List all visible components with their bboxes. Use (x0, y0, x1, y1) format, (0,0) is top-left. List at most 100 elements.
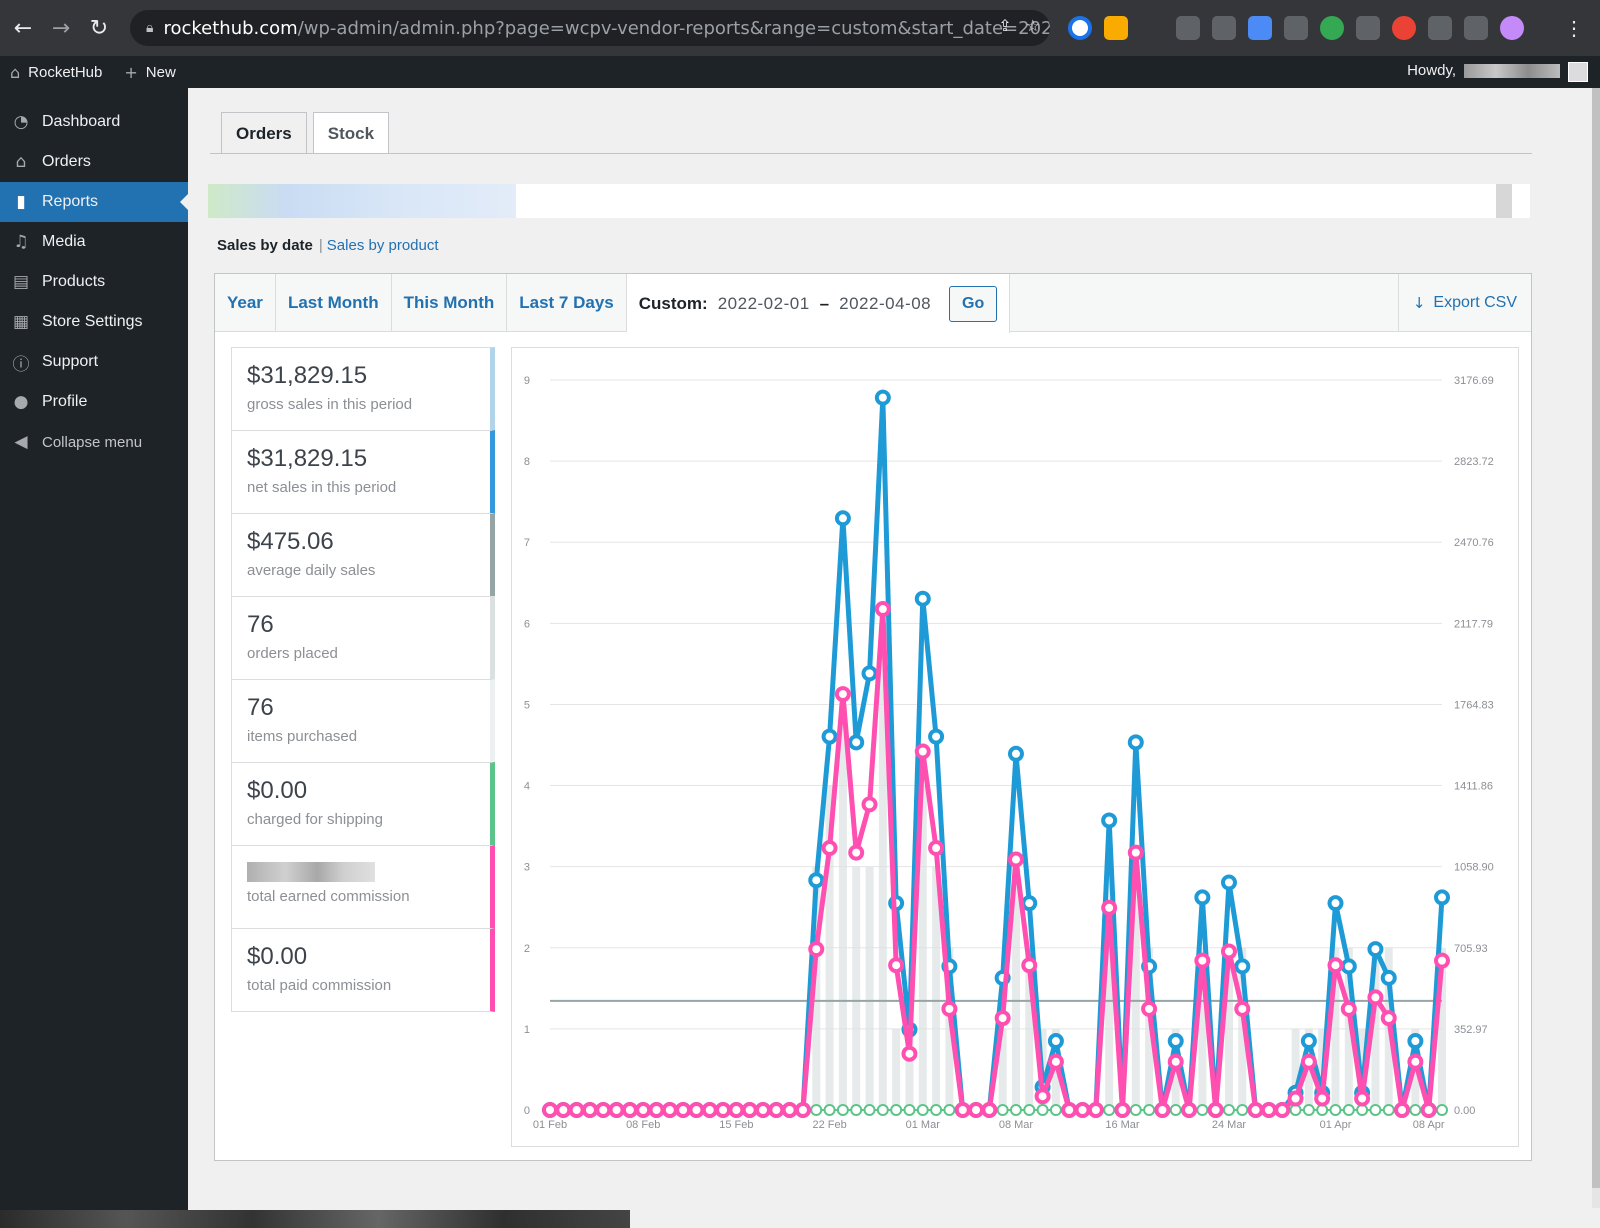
sales-by-date-link[interactable]: Sales by date (217, 237, 313, 254)
camera-icon[interactable] (1176, 16, 1200, 40)
y-right-tick-label: 1411.86 (1454, 781, 1493, 793)
data-point (954, 1102, 971, 1118)
legend-item[interactable]: $475.06 average daily sales (231, 513, 495, 597)
data-point (850, 1104, 863, 1116)
order-bar (838, 704, 847, 1110)
code-icon[interactable] (1212, 16, 1236, 40)
data-point (823, 1104, 836, 1116)
y-right-tick-label: 705.93 (1454, 943, 1488, 955)
share-icon[interactable]: ⇪ (998, 16, 1011, 35)
data-point (1007, 851, 1024, 868)
browser-menu-icon[interactable]: ⋮ (1564, 16, 1584, 41)
sidebar-item-reports[interactable]: ▮ Reports (0, 182, 188, 222)
data-point (1074, 1102, 1091, 1118)
sidebar-item-media[interactable]: ♫ Media (0, 222, 188, 262)
data-point (1234, 1000, 1251, 1017)
data-point (794, 1102, 811, 1118)
y-left-tick-label: 7 (524, 537, 530, 549)
data-point (1367, 989, 1384, 1006)
data-point (808, 941, 825, 958)
data-point (821, 728, 838, 745)
admin-bar: ⌂ RocketHub + New Howdy, (0, 56, 1600, 88)
sidebar-item-support[interactable]: ⓘ Support (0, 342, 188, 382)
collapse-menu-button[interactable]: ◀ Collapse menu (0, 422, 188, 462)
media-icon: ♫ (13, 232, 29, 252)
redacted-status-bar (0, 1210, 630, 1228)
data-point (834, 686, 851, 703)
data-point (863, 1104, 876, 1116)
address-bar[interactable]: 🔒︎ rockethub.com/wp-admin/admin.php?page… (130, 10, 1050, 46)
account-menu[interactable]: Howdy, (1407, 62, 1560, 79)
data-point (1007, 745, 1024, 762)
data-point (1314, 1090, 1331, 1107)
legend-item[interactable]: 76 items purchased (231, 679, 495, 763)
puzzle-icon[interactable] (1428, 16, 1452, 40)
sidepanel-icon[interactable] (1464, 16, 1488, 40)
sidebar-item-dashboard[interactable]: ◔ Dashboard (0, 102, 188, 142)
data-point (1340, 958, 1357, 975)
range-last-month[interactable]: Last Month (276, 274, 392, 332)
legend-item[interactable]: $0.00 total paid commission (231, 928, 495, 1012)
download-icon: ↓ (1412, 294, 1426, 312)
export-csv-button[interactable]: ↓ Export CSV (1397, 274, 1531, 332)
data-point (781, 1102, 798, 1118)
range-year[interactable]: Year (215, 274, 276, 332)
color-picker-icon[interactable] (1392, 16, 1416, 40)
archive-icon: ▤ (12, 272, 30, 292)
sidebar-item-store-settings[interactable]: ▦ Store Settings (0, 302, 188, 342)
go-button[interactable]: Go (949, 285, 998, 322)
data-point (1194, 952, 1211, 969)
sidebar-item-products[interactable]: ▤ Products (0, 262, 188, 302)
range-this-month[interactable]: This Month (392, 274, 508, 332)
data-point (1023, 1104, 1036, 1116)
sales-by-product-link[interactable]: Sales by product (327, 237, 439, 254)
data-point (1327, 957, 1344, 974)
end-date-input[interactable]: 2022-04-08 (839, 294, 931, 314)
range-last-7-days[interactable]: Last 7 Days (507, 274, 627, 332)
legend-item[interactable]: total earned commission (231, 845, 495, 929)
extension-icon[interactable] (1140, 16, 1164, 40)
lock-icon: 🔒︎ (146, 20, 154, 36)
legend-description: total earned commission (247, 888, 410, 905)
tab-stock[interactable]: Stock (312, 112, 390, 154)
extension-icon[interactable] (1248, 16, 1272, 40)
data-point (1021, 895, 1038, 912)
ghost-icon[interactable] (1356, 16, 1380, 40)
new-content-link[interactable]: + New (124, 63, 175, 82)
data-point (608, 1102, 625, 1118)
collapse-icon: ◀ (14, 432, 28, 452)
back-icon[interactable]: ← (8, 13, 38, 43)
home-icon: ⌂ (10, 62, 21, 82)
legend-item[interactable]: $31,829.15 net sales in this period (231, 430, 495, 514)
avatar[interactable] (1568, 62, 1588, 82)
forward-icon[interactable]: → (46, 13, 76, 43)
sidebar-item-profile[interactable]: ● Profile (0, 382, 188, 422)
extension-icon[interactable] (1104, 16, 1128, 40)
password-manager-icon[interactable] (1068, 16, 1092, 40)
data-point (1394, 1102, 1411, 1118)
grammarly-icon[interactable] (1320, 16, 1344, 40)
legend-amount: $0.00 (247, 943, 308, 970)
legend-item[interactable]: $0.00 charged for shipping (231, 762, 495, 846)
data-point (836, 1104, 849, 1116)
data-point (1369, 1104, 1382, 1116)
sidebar-item-orders[interactable]: ⌂ Orders (0, 142, 188, 182)
data-point (861, 796, 878, 813)
reload-icon[interactable]: ↻ (84, 13, 114, 43)
site-name-link[interactable]: ⌂ RocketHub (10, 63, 102, 82)
extension-icon[interactable] (1284, 16, 1308, 40)
legend-item[interactable]: 76 orders placed (231, 596, 495, 680)
data-point (1367, 941, 1384, 958)
legend-amount: $31,829.15 (247, 362, 368, 389)
y-right-tick-label: 1764.83 (1454, 699, 1494, 711)
data-point (930, 1104, 943, 1116)
tab-orders[interactable]: Orders (221, 112, 307, 154)
sidebar-item-label: Media (42, 233, 86, 250)
page-scrollbar[interactable] (1592, 88, 1600, 1208)
start-date-input[interactable]: 2022-02-01 (718, 294, 810, 314)
bookmark-star-icon[interactable]: ☆ (1026, 16, 1040, 35)
url-path: /wp-admin/admin.php?page=wcpv-vendor-rep… (297, 17, 1050, 39)
collapse-label: Collapse menu (42, 433, 143, 451)
legend-item[interactable]: $31,829.15 gross sales in this period (231, 347, 495, 431)
profile-avatar-icon[interactable] (1500, 16, 1524, 40)
